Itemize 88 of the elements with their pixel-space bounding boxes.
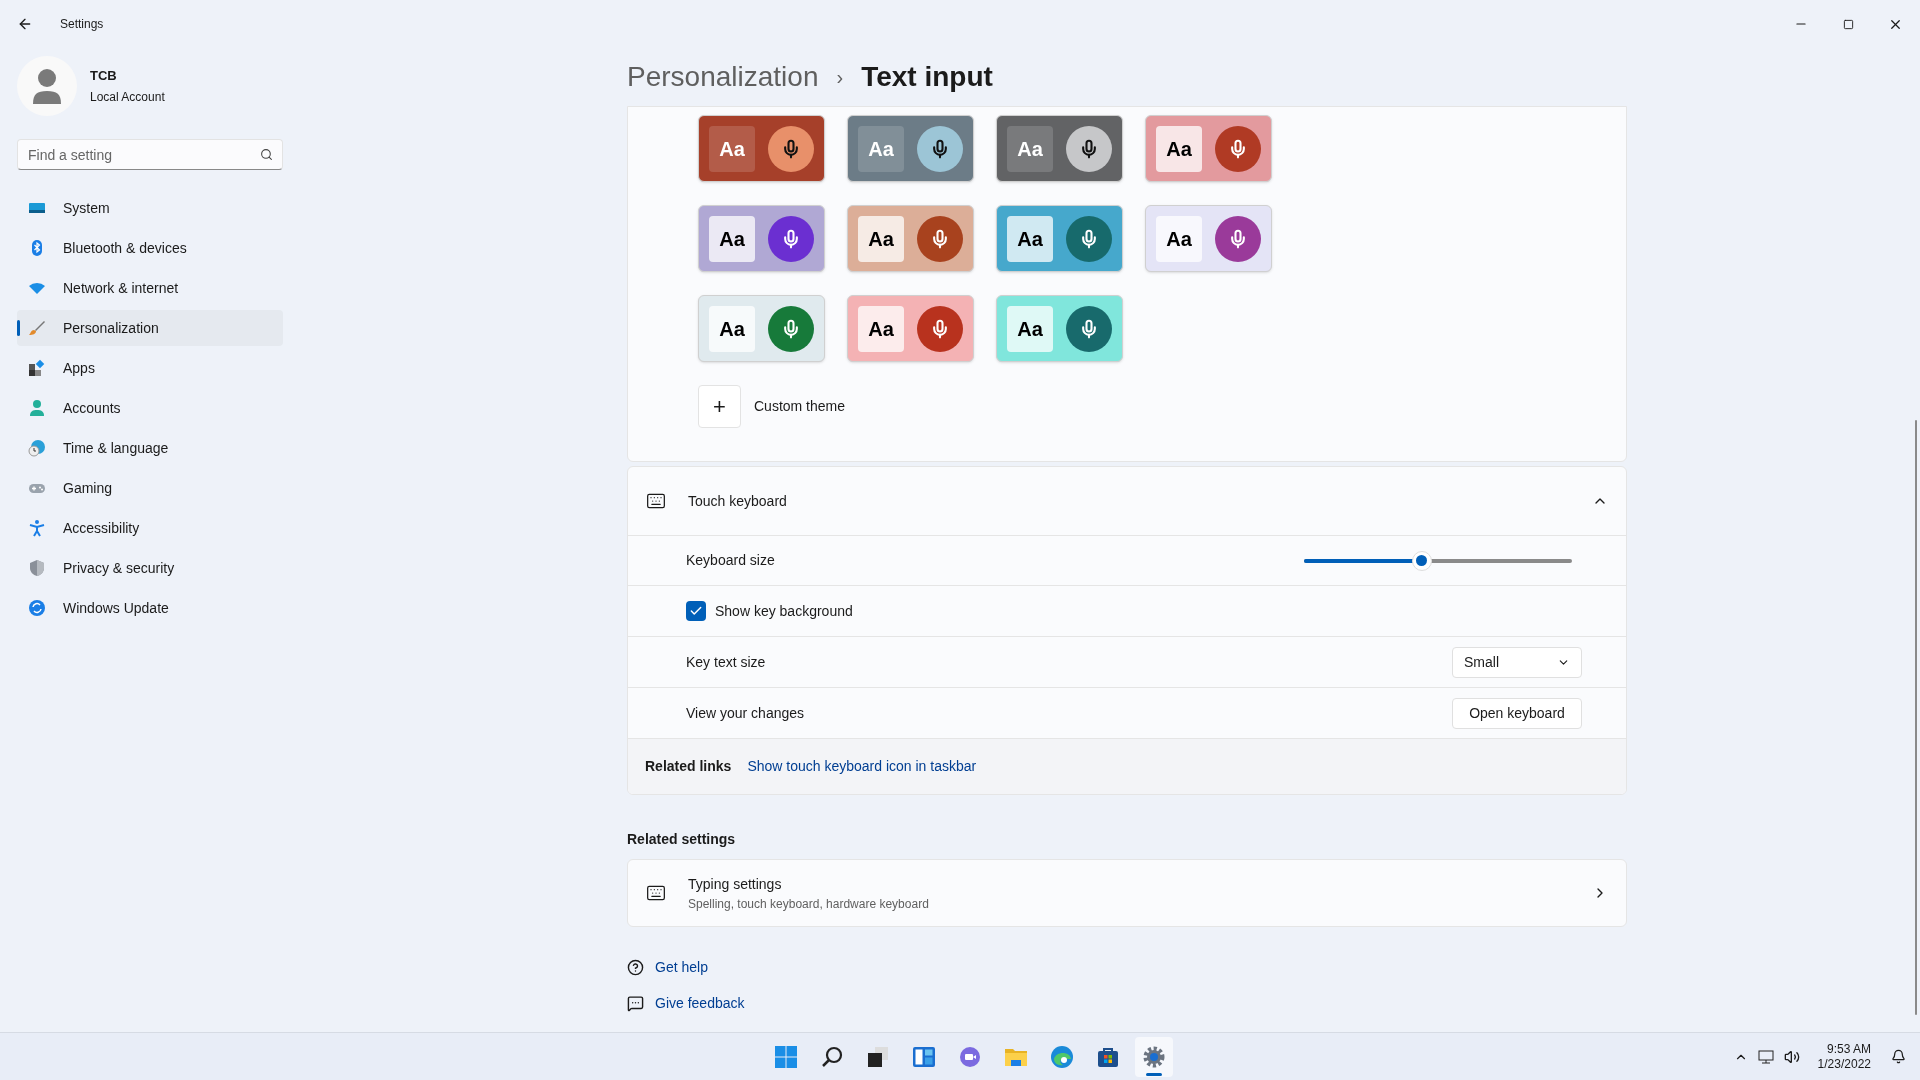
sidebar-item[interactable]: Accounts (17, 390, 283, 426)
sample-text: Aa (709, 305, 755, 352)
slider-thumb[interactable] (1411, 550, 1432, 571)
sidebar-item[interactable]: Network & internet (17, 270, 283, 306)
sidebar-item[interactable]: Windows Update (17, 590, 283, 626)
network-icon[interactable] (1757, 1048, 1774, 1065)
open-keyboard-button[interactable]: Open keyboard (1452, 697, 1582, 729)
sample-text: Aa (858, 125, 904, 172)
theme-tile[interactable]: Aa (698, 115, 825, 182)
checkbox[interactable] (686, 601, 706, 621)
video-chat-icon (958, 1045, 982, 1069)
breadcrumb-separator: › (836, 65, 844, 90)
help-link[interactable]: Give feedback (655, 993, 745, 1014)
sidebar-item[interactable]: Privacy & security (17, 550, 283, 586)
start-icon (774, 1045, 798, 1069)
volume-icon[interactable] (1783, 1048, 1800, 1065)
search-icon (820, 1045, 844, 1069)
sample-text: Aa (858, 305, 904, 352)
brush-icon (28, 319, 46, 337)
section-heading: Related settings (627, 830, 737, 849)
breadcrumb-link[interactable]: Personalization (627, 56, 819, 98)
custom-theme-label[interactable]: Custom theme (754, 396, 846, 417)
sidebar-item[interactable]: Personalization (17, 310, 283, 346)
sidebar-item[interactable]: Time & language (17, 430, 283, 466)
task-view-icon (866, 1045, 890, 1069)
page-title: Text input (861, 60, 993, 94)
taskbar-button[interactable] (1135, 1037, 1173, 1077)
typing-settings-card[interactable]: Typing settings Spelling, touch keyboard, hardware keyboard (627, 859, 1627, 927)
sample-text: Aa (1007, 305, 1053, 352)
theme-tile[interactable]: Aa (847, 205, 974, 272)
shield-icon (28, 559, 46, 577)
account-name: TCB (90, 67, 118, 86)
theme-tile[interactable]: Aa (698, 295, 825, 362)
size-dropdown[interactable]: Small (1452, 646, 1582, 678)
theme-tile[interactable]: Aa (996, 295, 1123, 362)
related-links-label: Related links (645, 757, 732, 776)
sample-text: Aa (1156, 125, 1202, 172)
check-icon (689, 604, 703, 618)
sample-text: Aa (858, 215, 904, 262)
setting-label: Key text size (686, 652, 766, 672)
sample-text: Aa (709, 215, 755, 262)
clock-date[interactable]: 1/23/2022 (1817, 1056, 1871, 1072)
setting-label: View your changes (686, 703, 805, 723)
keyboard-icon (646, 883, 666, 903)
widgets-icon (912, 1045, 936, 1069)
search-icon (260, 148, 273, 161)
restore-icon[interactable] (1843, 18, 1854, 30)
sample-text: Aa (709, 125, 755, 172)
add-theme-button[interactable]: + (698, 385, 741, 428)
setting-label: Keyboard size (686, 551, 775, 570)
sample-text: Aa (1007, 215, 1053, 262)
help-link[interactable]: Get help (655, 957, 708, 978)
accessibility-icon (28, 519, 46, 537)
touch-keyboard-header[interactable]: Touch keyboard (628, 467, 1626, 535)
theme-tile[interactable]: Aa (1145, 205, 1272, 272)
sidebar-item[interactable]: Gaming (17, 470, 283, 506)
keyboard-icon (646, 491, 666, 511)
taskbar-icon-link[interactable]: Show touch keyboard icon in taskbar (747, 756, 977, 777)
browser-icon (1050, 1045, 1074, 1069)
person-icon (28, 399, 46, 417)
sample-text: Aa (1156, 215, 1202, 262)
gear-icon (1142, 1045, 1166, 1069)
window-title: Settings (60, 16, 104, 33)
apps-icon (28, 359, 46, 377)
sidebar-item[interactable]: Accessibility (17, 510, 283, 546)
theme-tile[interactable]: Aa (847, 295, 974, 362)
sample-text: Aa (1007, 125, 1053, 172)
checkbox-label: Show key background (715, 601, 853, 621)
theme-tile[interactable]: Aa (1145, 115, 1272, 182)
theme-tile[interactable]: Aa (996, 205, 1123, 272)
help-icon (627, 959, 644, 976)
sidebar-item[interactable]: Apps (17, 350, 283, 386)
card-title: Typing settings (688, 874, 783, 894)
card-subtitle: Spelling, touch keyboard, hardware keyboard (688, 895, 929, 913)
search-field[interactable]: Find a setting (17, 139, 283, 170)
sidebar-item[interactable]: Bluetooth & devices (17, 230, 283, 266)
scrollbar[interactable] (1915, 420, 1917, 1015)
clock-time[interactable]: 9:53 AM (1826, 1041, 1871, 1057)
theme-tile[interactable]: Aa (698, 205, 825, 272)
shopping-bag-icon (1096, 1045, 1120, 1069)
globe-clock-icon (28, 439, 46, 457)
feedback-icon (627, 995, 644, 1012)
sidebar-item[interactable]: System (17, 190, 283, 226)
sync-icon (28, 599, 46, 617)
back-icon[interactable] (17, 16, 33, 32)
notification-icon[interactable] (1891, 1049, 1906, 1064)
account-type: Local Account (90, 88, 165, 106)
theme-tile[interactable]: Aa (996, 115, 1123, 182)
